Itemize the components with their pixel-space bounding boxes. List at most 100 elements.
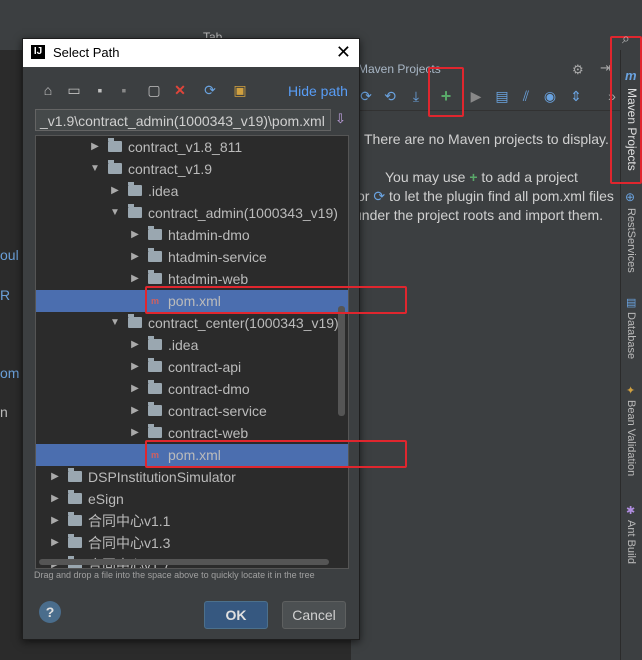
hide-path-link[interactable]: Hide path (288, 83, 348, 99)
tree-folder-row[interactable]: ▶ contract-dmo (36, 378, 348, 400)
collapse-arrow-icon[interactable]: ▶ (130, 400, 140, 422)
folder-icon (68, 534, 82, 548)
tree-folder-row[interactable]: ▶ contract-service (36, 400, 348, 422)
highlight-add-button (428, 67, 464, 117)
folder-icon (68, 512, 82, 526)
folder-icon (148, 336, 162, 350)
folder-icon (128, 182, 142, 196)
tree-item-label: contract_center(1000343_v19) (148, 315, 339, 331)
editor-fragment-2: R (0, 287, 11, 303)
collapse-arrow-icon[interactable]: ▶ (110, 180, 120, 202)
new-folder-icon[interactable]: ▢ (145, 81, 163, 99)
file-tree[interactable]: ▶ contract_v1.8_811 ▼ contract_v1.9 ▶ .idea ▼ c… (35, 135, 349, 569)
collapse-arrow-icon[interactable]: ▶ (130, 356, 140, 378)
tree-folder-row[interactable]: ▶ contract_v1.8_811 (36, 136, 348, 158)
folder-icon (148, 358, 162, 372)
collapse-arrow-icon[interactable]: ▶ (130, 422, 140, 444)
folder-icon (148, 248, 162, 262)
tree-folder-row[interactable]: ▶ 合同中心v1.3 (36, 532, 348, 554)
folder-icon (128, 314, 142, 328)
collapse-arrow-icon[interactable]: ▶ (50, 532, 60, 554)
expand-arrow-icon[interactable]: ▼ (90, 158, 100, 180)
tree-folder-row[interactable]: ▶ htadmin-service (36, 246, 348, 268)
ok-button[interactable]: OK (204, 601, 268, 629)
maven-toolbar: ⟳ ⟲ ⤓ + ▶ ▤ ⫽ ◉ ⇕ » (352, 82, 620, 111)
generate-sources-icon[interactable]: ⟲ (382, 88, 398, 104)
editor-fragment-3: om (0, 365, 20, 381)
tree-folder-row[interactable]: ▶ eSign (36, 488, 348, 510)
ant-build-icon: ✱ (626, 505, 636, 517)
horizontal-scrollbar[interactable] (39, 559, 329, 565)
tree-folder-row[interactable]: ▶ .idea (36, 334, 348, 356)
expand-arrow-icon[interactable]: ▼ (110, 202, 120, 224)
run-icon[interactable]: ▶ (468, 88, 484, 104)
project-icon[interactable]: ▪ (91, 81, 109, 99)
collapse-arrow-icon[interactable]: ▶ (130, 224, 140, 246)
refresh-icon[interactable]: ⟳ (201, 81, 219, 99)
close-icon[interactable]: ✕ (336, 42, 351, 63)
delete-icon[interactable]: ✕ (171, 81, 189, 99)
tree-folder-row[interactable]: ▶ DSPInstitutionSimulator (36, 466, 348, 488)
tree-folder-row[interactable]: ▼ contract_center(1000343_v19) (36, 312, 348, 334)
module-icon[interactable]: ▪ (115, 81, 133, 99)
show-hidden-icon[interactable]: ▣ (231, 81, 249, 99)
gear-icon[interactable]: ⚙ (572, 62, 584, 78)
maven-msg-line4: under the project roots and import them. (354, 207, 604, 223)
folder-icon (108, 160, 122, 174)
ide-editor-fragment: oul R om n (0, 50, 22, 660)
tree-item-label: contract-service (168, 403, 267, 419)
expand-arrow-icon[interactable]: ▼ (110, 312, 120, 334)
collapse-arrow-icon[interactable]: ▶ (130, 378, 140, 400)
rest-services-icon: ⊕ (625, 190, 636, 204)
dialog-title: Select Path (53, 45, 120, 60)
plus-icon: + (469, 169, 478, 185)
folder-icon (148, 424, 162, 438)
collapse-arrow-icon[interactable]: ▶ (130, 246, 140, 268)
collapse-arrow-icon[interactable]: ▶ (50, 488, 60, 510)
path-input[interactable]: _v1.9\contract_admin(1000343_v19)\pom.xm… (35, 109, 331, 131)
skip-tests-icon[interactable]: ◉ (542, 88, 558, 104)
collapse-arrow-icon[interactable]: ▶ (50, 466, 60, 488)
tree-folder-row[interactable]: ▶ .idea (36, 180, 348, 202)
vertical-scrollbar[interactable] (338, 306, 345, 416)
collapse-arrow-icon[interactable]: ▶ (130, 268, 140, 290)
tree-folder-row[interactable]: ▶ contract-api (36, 356, 348, 378)
tree-item-label: .idea (168, 337, 199, 353)
desktop-icon[interactable]: ▭ (65, 81, 83, 99)
folder-icon (148, 380, 162, 394)
maven-msg-line3b: to let the plugin find all pom.xml files (388, 188, 614, 204)
toggle-offline-icon[interactable]: ⫽ (518, 88, 534, 104)
cancel-button[interactable]: Cancel (282, 601, 346, 629)
folder-icon (148, 270, 162, 284)
tab-rest-services[interactable]: RestServices (625, 208, 637, 273)
tree-item-label: contract_v1.8_811 (128, 139, 243, 155)
help-button[interactable]: ? (39, 601, 61, 623)
home-icon[interactable]: ⌂ (39, 81, 57, 99)
tree-item-label: contract-api (168, 359, 242, 375)
reimport-icon[interactable]: ⟳ (358, 88, 374, 104)
tab-ant-build[interactable]: Ant Build (625, 520, 637, 564)
highlight-pom-row (145, 286, 407, 314)
maven-msg-line2b: to add a project (481, 169, 578, 185)
tree-folder-row[interactable]: ▶ 合同中心v1.1 (36, 510, 348, 532)
collapse-arrow-icon[interactable]: ▶ (50, 510, 60, 532)
folder-icon (148, 402, 162, 416)
search-icon[interactable]: ⌕ (622, 30, 630, 47)
download-icon[interactable]: ⤓ (408, 88, 424, 104)
tree-item-label: .idea (148, 183, 179, 199)
tab-bean-validation[interactable]: Bean Validation (625, 400, 637, 476)
execute-goal-icon[interactable]: ▤ (494, 88, 510, 104)
collapse-arrow-icon[interactable]: ▶ (130, 334, 140, 356)
tree-folder-row[interactable]: ▶ htadmin-dmo (36, 224, 348, 246)
tab-database[interactable]: Database (625, 312, 637, 359)
tree-item-label: contract_admin(1000343_v19) (148, 205, 338, 221)
collapse-arrow-icon[interactable]: ▶ (90, 136, 100, 158)
path-history-icon[interactable]: ⇩ (335, 111, 346, 127)
tree-item-label: eSign (88, 491, 124, 507)
collapse-icon[interactable]: ⇕ (568, 88, 584, 104)
highlight-maven-tab (610, 36, 642, 184)
tree-item-label: 合同中心v1.1 (88, 513, 171, 529)
folder-icon (128, 204, 142, 218)
tree-folder-row[interactable]: ▼ contract_admin(1000343_v19) (36, 202, 348, 224)
tree-folder-row[interactable]: ▼ contract_v1.9 (36, 158, 348, 180)
